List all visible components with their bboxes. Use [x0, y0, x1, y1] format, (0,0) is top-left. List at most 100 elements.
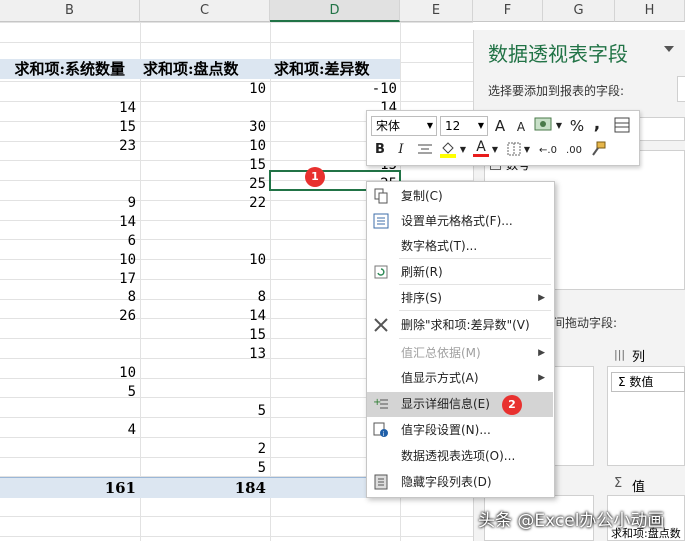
context-menu-item-label: 显示详细信息(E) [401, 397, 490, 411]
pivot-cell-b[interactable] [0, 439, 136, 459]
total-system-qty[interactable]: 161 [0, 478, 136, 498]
pivot-cell-b[interactable]: 14 [0, 212, 136, 232]
decrease-font-icon[interactable]: A [514, 118, 528, 136]
font-color-dropdown-icon[interactable]: ▼ [491, 141, 499, 159]
pivot-cell-b[interactable]: 17 [0, 269, 136, 289]
step-badge-2: 2 [502, 395, 522, 415]
pivot-header-count-qty[interactable]: 求和项:盘点数 [143, 59, 239, 79]
pivot-cell-c[interactable] [140, 231, 266, 251]
context-menu-item-7[interactable]: 值显示方式(A) ▶ [367, 366, 553, 391]
panel-options-dropdown-icon[interactable] [664, 46, 674, 52]
pivot-cell-c[interactable] [140, 98, 266, 118]
total-count-qty[interactable]: 184 [140, 478, 266, 498]
refresh-icon [373, 264, 389, 280]
pivot-cell-b[interactable]: 23 [0, 136, 136, 156]
pivot-cell-b[interactable]: 14 [0, 98, 136, 118]
pivot-cell-d[interactable]: -10 [270, 79, 397, 99]
italic-icon[interactable]: I [395, 141, 407, 159]
pivot-cell-b[interactable] [0, 344, 136, 364]
pivot-cell-b[interactable]: 6 [0, 231, 136, 251]
context-menu-item-5[interactable]: 删除"求和项:差异数"(V) [367, 313, 553, 338]
pivot-cell-c[interactable]: 13 [140, 344, 266, 364]
pivot-cell-b[interactable] [0, 401, 136, 421]
panel-subtitle: 选择要添加到报表的字段: [488, 84, 625, 98]
increase-font-icon[interactable]: A [492, 117, 508, 135]
pivot-cell-c[interactable] [140, 212, 266, 232]
borders-dropdown-icon[interactable]: ▼ [523, 141, 531, 159]
decrease-decimal-icon[interactable]: .00 [563, 142, 585, 160]
context-menu-item-9[interactable]: i 值字段设置(N)... [367, 418, 553, 443]
context-menu: 复制(C) 设置单元格格式(F)... 数字格式(T)... 刷新(R) 排序(S) ▶ 删… [366, 181, 555, 498]
pivot-cell-b[interactable]: 26 [0, 306, 136, 326]
column-header-b[interactable]: B [0, 0, 140, 22]
context-menu-item-6[interactable]: 值汇总依据(M) ▶ [367, 341, 553, 366]
accounting-dropdown-icon[interactable]: ▼ [555, 117, 563, 135]
comma-style-icon[interactable]: , [591, 115, 603, 133]
accounting-format-icon[interactable] [534, 117, 552, 131]
context-menu-item-1[interactable]: 设置单元格格式(F)... [367, 209, 553, 234]
column-header-g[interactable]: G [543, 0, 615, 22]
context-menu-item-10[interactable]: 数据透视表选项(O)... [367, 444, 553, 469]
panel-tools-button[interactable] [677, 76, 685, 102]
context-menu-item-8[interactable]: + 显示详细信息(E) [367, 392, 553, 417]
pivot-cell-b[interactable]: 9 [0, 193, 136, 213]
pivot-cell-b[interactable]: 8 [0, 287, 136, 307]
drag-fields-hint: 间拖动字段: [553, 316, 618, 330]
pivot-cell-c[interactable]: 15 [140, 325, 266, 345]
pivot-cell-c[interactable]: 15 [140, 155, 266, 175]
increase-decimal-icon[interactable]: ←.0 [537, 142, 559, 160]
pivot-cell-b[interactable] [0, 174, 136, 194]
pivot-cell-b[interactable]: 10 [0, 250, 136, 270]
pivot-cell-c[interactable]: 30 [140, 117, 266, 137]
pivot-cell-b[interactable] [0, 325, 136, 345]
pivot-cell-c[interactable]: 10 [140, 136, 266, 156]
pivot-header-system-qty[interactable]: 求和项:系统数量 [0, 59, 125, 79]
pivot-cell-c[interactable]: 5 [140, 401, 266, 421]
context-menu-item-11[interactable]: 隐藏字段列表(D) [367, 470, 553, 495]
fill-color-dropdown-icon[interactable]: ▼ [459, 141, 467, 159]
pivot-cell-c[interactable]: 14 [140, 306, 266, 326]
pivot-header-diff-qty[interactable]: 求和项:差异数 [274, 59, 370, 79]
format-cells-icon [373, 213, 389, 229]
font-name-dropdown-icon[interactable]: ▼ [427, 117, 433, 135]
pivot-cell-c[interactable] [140, 363, 266, 383]
format-painter-table-icon[interactable] [613, 117, 631, 133]
pivot-cell-b[interactable]: 5 [0, 382, 136, 402]
pivot-cell-b[interactable] [0, 458, 136, 478]
fill-color-icon[interactable] [439, 140, 457, 158]
pivot-cell-c[interactable]: 2 [140, 439, 266, 459]
pivot-cell-b[interactable] [0, 79, 136, 99]
pivot-cell-c[interactable]: 10 [140, 79, 266, 99]
font-size-combo[interactable]: 12 ▼ [440, 116, 488, 136]
borders-icon[interactable] [507, 142, 521, 156]
font-size-dropdown-icon[interactable]: ▼ [478, 117, 484, 135]
percent-style-icon[interactable]: % [569, 117, 585, 135]
pivot-cell-b[interactable]: 4 [0, 420, 136, 440]
column-header-e[interactable]: E [400, 0, 473, 22]
column-header-d[interactable]: D [270, 0, 400, 22]
pivot-cell-c[interactable] [140, 420, 266, 440]
pivot-cell-c[interactable]: 22 [140, 193, 266, 213]
font-color-icon[interactable]: A [473, 138, 489, 157]
columns-area-item[interactable]: Σ 数值 [611, 372, 685, 392]
font-name-combo[interactable]: 宋体 ▼ [371, 116, 437, 136]
pivot-cell-c[interactable] [140, 382, 266, 402]
context-menu-item-4[interactable]: 排序(S) ▶ [367, 286, 553, 311]
context-menu-item-0[interactable]: 复制(C) [367, 184, 553, 209]
column-header-c[interactable]: C [140, 0, 270, 22]
pivot-cell-b[interactable]: 15 [0, 117, 136, 137]
bold-icon[interactable]: B [373, 141, 387, 159]
pivot-cell-c[interactable]: 8 [140, 287, 266, 307]
pivot-cell-b[interactable] [0, 155, 136, 175]
align-center-icon[interactable] [417, 143, 433, 157]
pivot-cell-c[interactable]: 25 [140, 174, 266, 194]
pivot-cell-c[interactable]: 5 [140, 458, 266, 478]
pivot-cell-c[interactable] [140, 269, 266, 289]
column-header-h[interactable]: H [615, 0, 685, 22]
context-menu-item-3[interactable]: 刷新(R) [367, 260, 553, 285]
column-header-f[interactable]: F [473, 0, 543, 22]
format-painter-icon[interactable] [589, 140, 607, 158]
context-menu-item-2[interactable]: 数字格式(T)... [367, 234, 553, 259]
pivot-cell-b[interactable]: 10 [0, 363, 136, 383]
pivot-cell-c[interactable]: 10 [140, 250, 266, 270]
